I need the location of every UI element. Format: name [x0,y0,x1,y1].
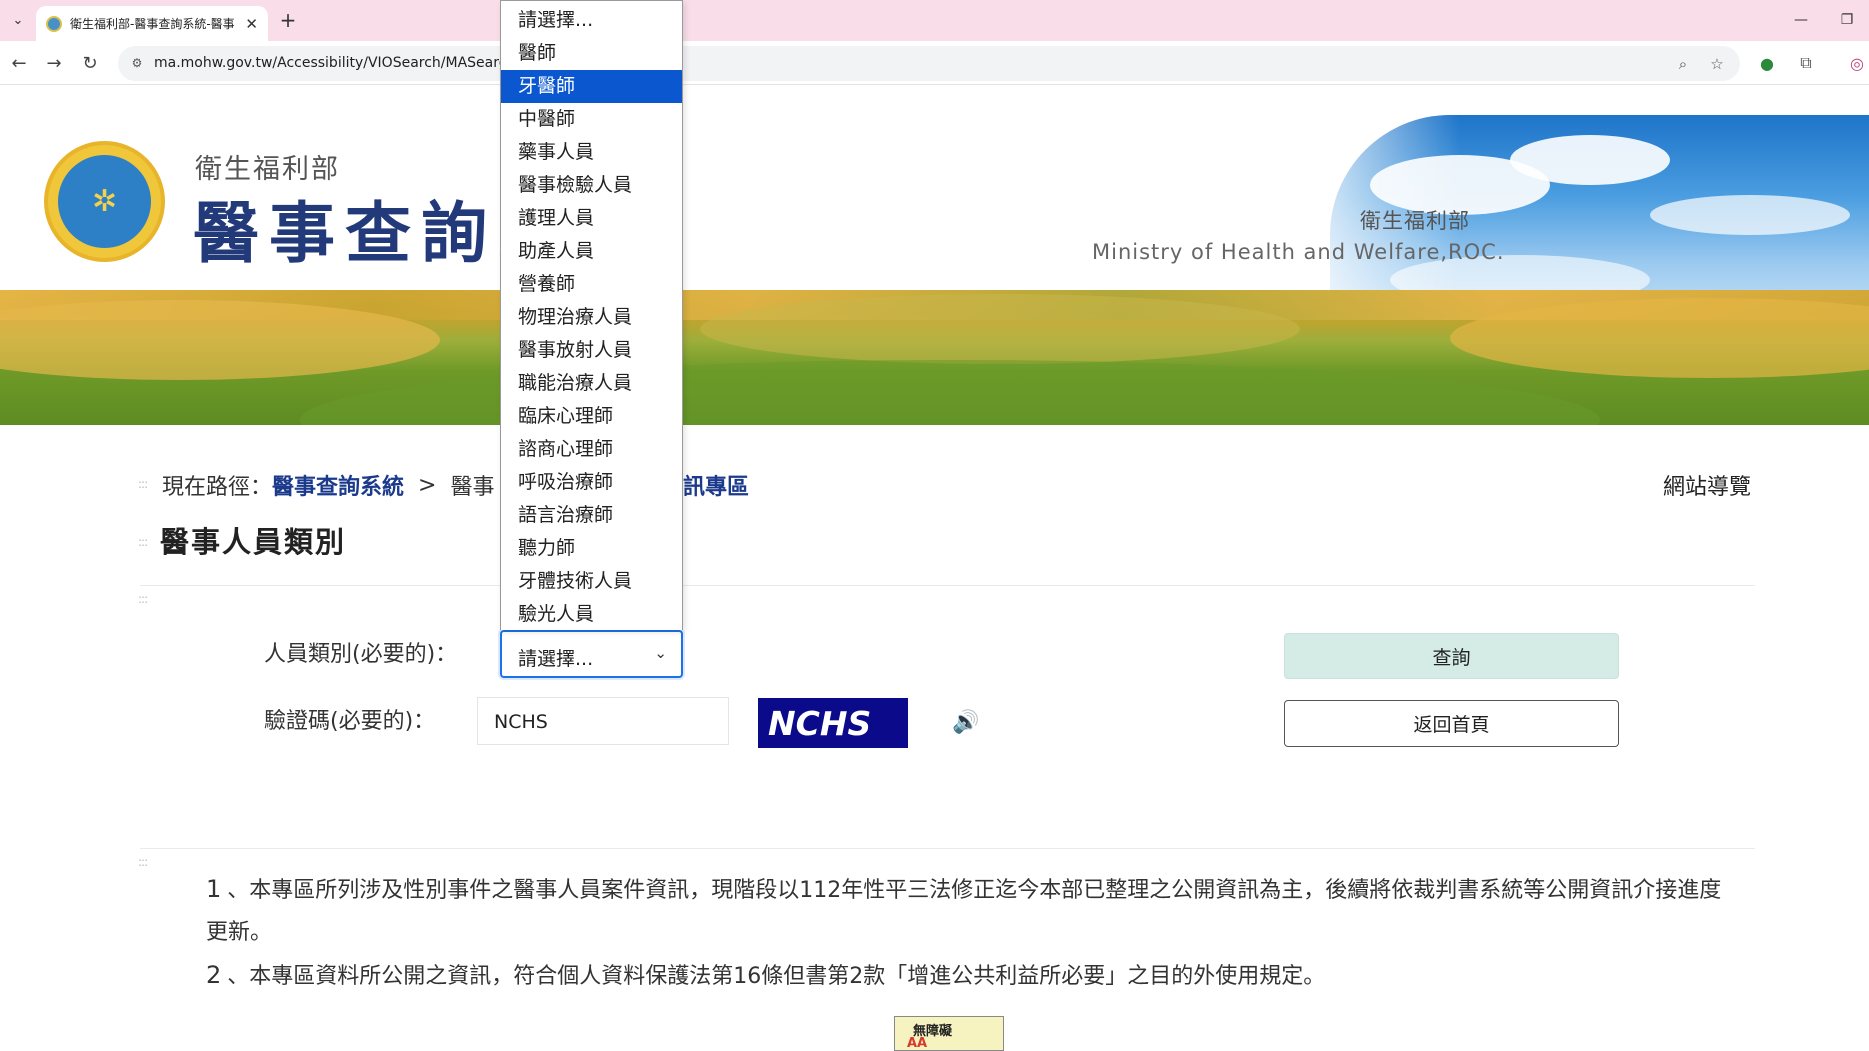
divider [140,848,1755,849]
address-url[interactable]: ma.mohw.gov.tw/Accessibility/VIOSearch/M… [154,55,515,71]
accessibility-badge-level: AA [907,1036,928,1051]
back-arrow-icon[interactable]: ← [6,50,32,76]
bookmark-star-icon[interactable]: ☆ [1706,53,1728,75]
dropdown-option[interactable]: 物理治療人員 [501,301,682,334]
restore-window-icon[interactable]: ❐ [1832,8,1862,32]
breadcrumb-current-right: 訊專區 [683,475,750,500]
category-select-value: 請選擇... [518,648,594,670]
breadcrumb-home-link[interactable]: 醫事查詢系統 [272,469,404,501]
tab-search-chevron-icon[interactable]: ⌄ [6,8,30,32]
dropdown-option[interactable]: 助產人員 [501,235,682,268]
breadcrumb-current-left: 醫事 [450,475,495,500]
breadcrumb-accesskey-dots: ::: [138,477,148,491]
breadcrumb-separator: > [418,472,437,498]
dropdown-option[interactable]: 驗光人員 [501,598,682,631]
breadcrumb: 現在路徑： 醫事查詢系統 > 醫事 [162,469,494,501]
dropdown-option[interactable]: 請選擇... [501,4,682,37]
notice-number: 2 [206,961,222,989]
notice-item: 1 、本專區所列涉及性別事件之醫事人員案件資訊，現階段以112年性平三法修正迄今本… [206,868,1736,954]
minimize-window-icon[interactable]: — [1786,8,1816,32]
notice-text: 、本專區所列涉及性別事件之醫事人員案件資訊，現階段以112年性平三法修正迄今本部… [206,878,1722,945]
dropdown-option[interactable]: 聽力師 [501,532,682,565]
zoom-icon[interactable]: ⌕ [1672,53,1694,75]
captcha-label: 驗證碼(必要的)： [264,709,436,734]
dropdown-option[interactable]: 護理人員 [501,202,682,235]
category-select[interactable]: 請選擇... ⌄ [500,630,683,678]
dropdown-option[interactable]: 語言治療師 [501,499,682,532]
notice-item: 2 、本專區資料所公開之資訊，符合個人資料保護法第16條但書第2款「增進公共利益所… [206,954,1736,998]
captcha-image: NCHS [758,698,908,748]
breadcrumb-current-right-wrap: 訊專區 [683,469,749,501]
ministry-name-zh: 衛生福利部 [1360,209,1470,233]
dropdown-option[interactable]: 營養師 [501,268,682,301]
dropdown-options: 請選擇... 醫師 牙醫師 中醫師 藥事人員 醫事檢驗人員 護理人員 助產人員 營養師 物理治療人… [501,1,682,631]
dropdown-option[interactable]: 醫事檢驗人員 [501,169,682,202]
extension-globe-icon[interactable]: ● [1754,50,1780,76]
category-label: 人員類別(必要的)： [264,642,458,667]
profile-avatar-icon[interactable]: ◎ [1844,50,1869,76]
captcha-audio-speaker-icon[interactable]: 🔊 [950,708,982,736]
ministry-name-en: Ministry of Health and Welfare,ROC. [1092,240,1505,264]
title-accesskey-dots: ::: [138,535,148,549]
browser-tab-active[interactable]: 衛生福利部-醫事查詢系統-醫事 ✕ [36,6,268,41]
breadcrumb-prefix: 現在路徑： [162,475,273,500]
dropdown-option[interactable]: 牙醫師 [501,70,682,103]
banner-field-image [0,290,1869,425]
dropdown-option[interactable]: 中醫師 [501,103,682,136]
dropdown-option[interactable]: 臨床心理師 [501,400,682,433]
dropdown-option[interactable]: 醫事放射人員 [501,334,682,367]
dropdown-option[interactable]: 職能治療人員 [501,367,682,400]
notice-accesskey-dots: ::: [138,855,148,869]
address-bar[interactable]: ⚙ ma.mohw.gov.tw/Accessibility/VIOSearch… [118,46,1740,81]
chevron-down-icon: ⌄ [654,644,667,662]
site-info-icon[interactable]: ⚙ [128,54,146,72]
site-header-banner: ✲ 衛生福利部 醫事查詢系 衛生福利部 Ministry of Health a… [0,85,1869,425]
forward-arrow-icon[interactable]: → [41,50,67,76]
site-map-link[interactable]: 網站導覽 [1663,469,1751,501]
query-button[interactable]: 查詢 [1284,633,1619,679]
site-favicon-icon [46,15,62,32]
extensions-puzzle-icon[interactable]: ⧉ [1793,50,1819,76]
accessibility-badge[interactable]: 無障礙 AA [894,1016,1004,1051]
ministry-logo[interactable]: ✲ [44,141,165,262]
divider [140,585,1755,586]
dropdown-option[interactable]: 醫師 [501,37,682,70]
dropdown-option[interactable]: 牙體技術人員 [501,565,682,598]
browser-toolbar: ← → ↻ ⚙ ma.mohw.gov.tw/Accessibility/VIO… [0,41,1869,85]
ministry-logo-emblem-icon: ✲ [58,155,151,248]
page-root: { "browser": { "tab_title": "衛生福利部-醫事查詢系… [0,0,1869,1051]
tab-title: 衛生福利部-醫事查詢系統-醫事 [70,17,235,31]
browser-tab-bar: ⌄ 衛生福利部-醫事查詢系統-醫事 ✕ + — ❐ [0,0,1869,41]
notice-text: 、本專區資料所公開之資訊，符合個人資料保護法第16條但書第2款「增進公共利益所必… [227,964,1326,989]
notice-number: 1 [206,875,222,903]
content-accesskey-dots: ::: [138,592,148,606]
reload-icon[interactable]: ↻ [77,50,103,76]
captcha-input[interactable]: NCHS [477,697,729,745]
tab-close-icon[interactable]: ✕ [245,15,258,33]
category-dropdown-list: 請選擇... 醫師 牙醫師 中醫師 藥事人員 醫事檢驗人員 護理人員 助產人員 營養師 物理治療人… [500,0,683,630]
page-title: 醫事人員類別 [160,525,347,559]
new-tab-plus-icon[interactable]: + [276,8,300,32]
return-home-button[interactable]: 返回首頁 [1284,700,1619,747]
dropdown-option[interactable]: 諮商心理師 [501,433,682,466]
dropdown-option[interactable]: 呼吸治療師 [501,466,682,499]
dropdown-option[interactable]: 藥事人員 [501,136,682,169]
